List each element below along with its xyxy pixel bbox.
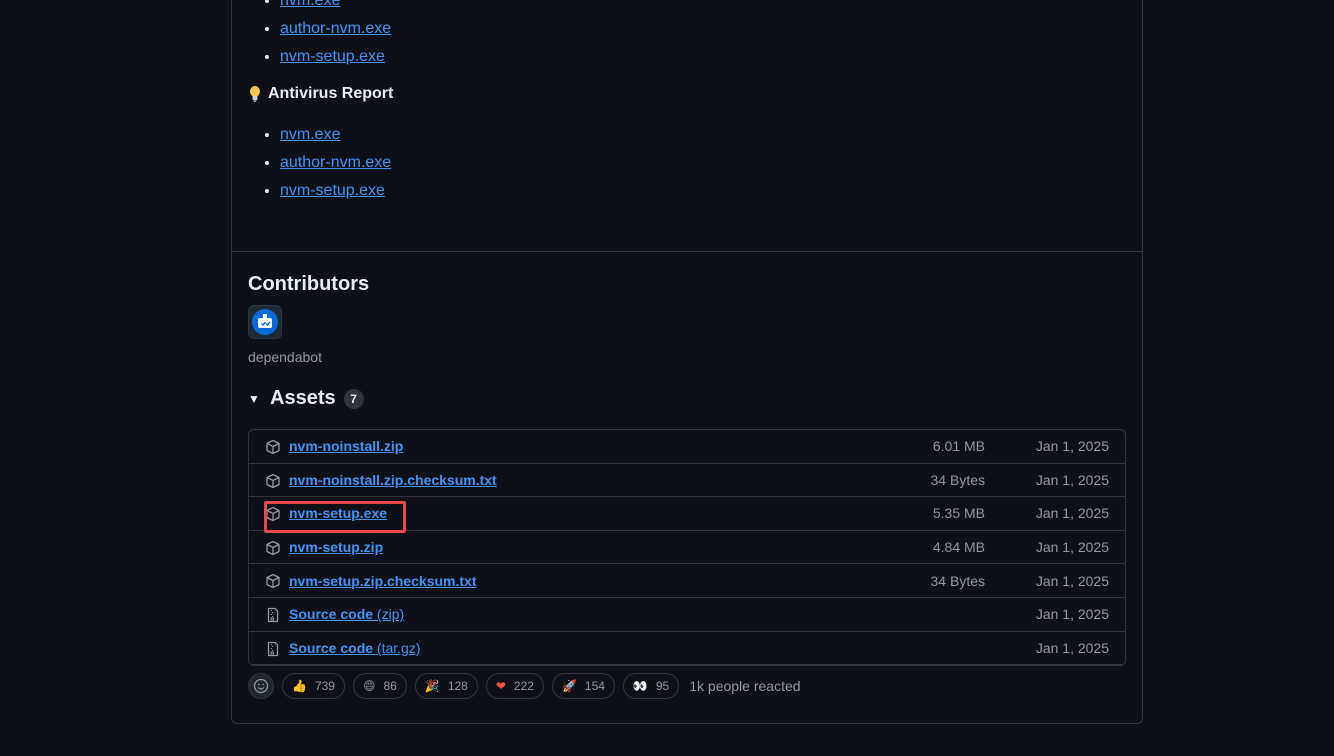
link-nvm-exe[interactable]: nvm.exe <box>280 0 340 9</box>
assets-count-badge: 7 <box>343 388 364 409</box>
asset-date: Jan 1, 2025 <box>1035 639 1109 656</box>
reaction-count: 128 <box>447 679 468 693</box>
dependabot-icon <box>252 309 278 335</box>
list-item: author-nvm.exe <box>280 149 391 177</box>
contributors-title: Contributors <box>248 273 370 295</box>
reaction-laugh[interactable]: 😄 86 <box>352 673 407 699</box>
package-icon <box>266 540 280 555</box>
antivirus-links-list: nvm.exe author-nvm.exe nvm-setup.exe <box>280 121 391 205</box>
assets-toggle[interactable]: ▼ Assets 7 <box>248 387 364 410</box>
hooray-icon: 🎉 <box>424 679 440 693</box>
lightbulb-icon <box>250 86 260 102</box>
source-format: (zip) <box>376 606 405 623</box>
reaction-hooray[interactable]: 🎉 128 <box>414 673 478 699</box>
list-item: author-nvm.exe <box>280 15 391 43</box>
asset-size: 34 Bytes <box>930 471 985 488</box>
contributor-name[interactable]: dependabot <box>248 349 322 365</box>
reactions-bar: 👍 739 😄 86 🎉 128 ❤ 222 🚀 154 👀 95 1k people re… <box>248 673 801 699</box>
table-row: nvm-noinstall.zip 6.01 MB Jan 1, 2025 <box>249 430 1125 464</box>
antivirus-heading: Antivirus Report <box>248 85 393 103</box>
reaction-count: 86 <box>383 679 397 693</box>
rocket-icon: 🚀 <box>561 679 577 693</box>
package-icon <box>266 473 280 488</box>
laugh-icon: 😄 <box>362 679 376 693</box>
package-icon <box>266 574 280 589</box>
asset-link-nvm-setup-checksum[interactable]: nvm-setup.zip.checksum.txt <box>289 573 477 589</box>
source-label: Source code <box>289 606 374 623</box>
asset-date: Jan 1, 2025 <box>1035 606 1109 623</box>
antivirus-link-nvm-exe[interactable]: nvm.exe <box>280 126 340 143</box>
reaction-count: 95 <box>655 679 670 693</box>
table-row: nvm-setup.zip.checksum.txt 34 Bytes Jan … <box>249 564 1125 598</box>
asset-link-nvm-setup-zip[interactable]: nvm-setup.zip <box>289 539 383 555</box>
antivirus-link-author-nvm-exe[interactable]: author-nvm.exe <box>280 154 391 171</box>
asset-date: Jan 1, 2025 <box>1035 505 1109 522</box>
table-row: nvm-setup.zip 4.84 MB Jan 1, 2025 <box>249 531 1125 565</box>
assets-title: Assets <box>270 387 336 409</box>
reaction-count: 154 <box>584 679 605 693</box>
table-row: Source code (tar.gz) Jan 1, 2025 <box>249 632 1125 666</box>
asset-date: Jan 1, 2025 <box>1035 539 1109 556</box>
file-zip-icon <box>267 607 279 623</box>
list-item: nvm.exe <box>280 0 391 15</box>
antivirus-title: Antivirus Report <box>268 85 394 102</box>
asset-date: Jan 1, 2025 <box>1035 471 1109 488</box>
add-reaction-button[interactable] <box>248 673 274 699</box>
smiley-icon <box>253 678 269 694</box>
asset-date: Jan 1, 2025 <box>1035 438 1109 455</box>
reaction-thumbs-up[interactable]: 👍 739 <box>282 673 345 699</box>
asset-date: Jan 1, 2025 <box>1035 572 1109 589</box>
eyes-icon: 👀 <box>632 679 648 693</box>
package-icon <box>266 439 280 455</box>
download-links-list: nvm.exe author-nvm.exe nvm-setup.exe <box>280 0 391 71</box>
list-item: nvm-setup.exe <box>280 43 391 71</box>
asset-size: 4.84 MB <box>932 539 985 556</box>
table-row: nvm-setup.exe 5.35 MB Jan 1, 2025 <box>249 497 1125 531</box>
reaction-rocket[interactable]: 🚀 154 <box>551 673 615 699</box>
assets-list: nvm-noinstall.zip 6.01 MB Jan 1, 2025 nv… <box>248 429 1126 667</box>
reaction-eyes[interactable]: 👀 95 <box>622 673 680 699</box>
asset-size: 6.01 MB <box>932 438 985 455</box>
release-card: nvm.exe author-nvm.exe nvm-setup.exe Ant… <box>231 0 1143 724</box>
link-nvm-setup-exe[interactable]: nvm-setup.exe <box>280 48 385 65</box>
heart-icon: ❤ <box>495 679 506 693</box>
list-item: nvm.exe <box>280 121 391 149</box>
file-zip-icon <box>267 641 279 656</box>
source-label: Source code <box>289 639 374 656</box>
reaction-count: 739 <box>314 679 335 693</box>
table-row: nvm-noinstall.zip.checksum.txt 34 Bytes … <box>249 464 1125 498</box>
package-icon <box>266 507 280 522</box>
asset-link-source-zip[interactable]: Source code (zip) <box>289 606 404 622</box>
reaction-count: 222 <box>513 679 534 693</box>
release-notes: nvm.exe author-nvm.exe nvm-setup.exe Ant… <box>232 0 1142 252</box>
link-author-nvm-exe[interactable]: author-nvm.exe <box>280 20 391 37</box>
antivirus-link-nvm-setup-exe[interactable]: nvm-setup.exe <box>280 182 385 199</box>
avatar[interactable] <box>248 305 282 339</box>
asset-size: 34 Bytes <box>930 572 985 589</box>
reactions-summary[interactable]: 1k people reacted <box>689 678 800 694</box>
asset-link-source-targz[interactable]: Source code (tar.gz) <box>289 640 421 656</box>
asset-link-nvm-setup-exe[interactable]: nvm-setup.exe <box>289 505 387 521</box>
asset-link-nvm-noinstall-zip[interactable]: nvm-noinstall.zip <box>289 438 403 454</box>
asset-link-nvm-noinstall-checksum[interactable]: nvm-noinstall.zip.checksum.txt <box>289 472 497 488</box>
table-row: Source code (zip) Jan 1, 2025 <box>249 598 1125 632</box>
triangle-down-icon: ▼ <box>248 391 260 406</box>
source-format: (tar.gz) <box>376 639 421 656</box>
asset-size: 5.35 MB <box>932 505 985 522</box>
thumbs-up-icon: 👍 <box>292 679 307 693</box>
list-item: nvm-setup.exe <box>280 177 391 205</box>
reaction-heart[interactable]: ❤ 222 <box>485 673 544 699</box>
